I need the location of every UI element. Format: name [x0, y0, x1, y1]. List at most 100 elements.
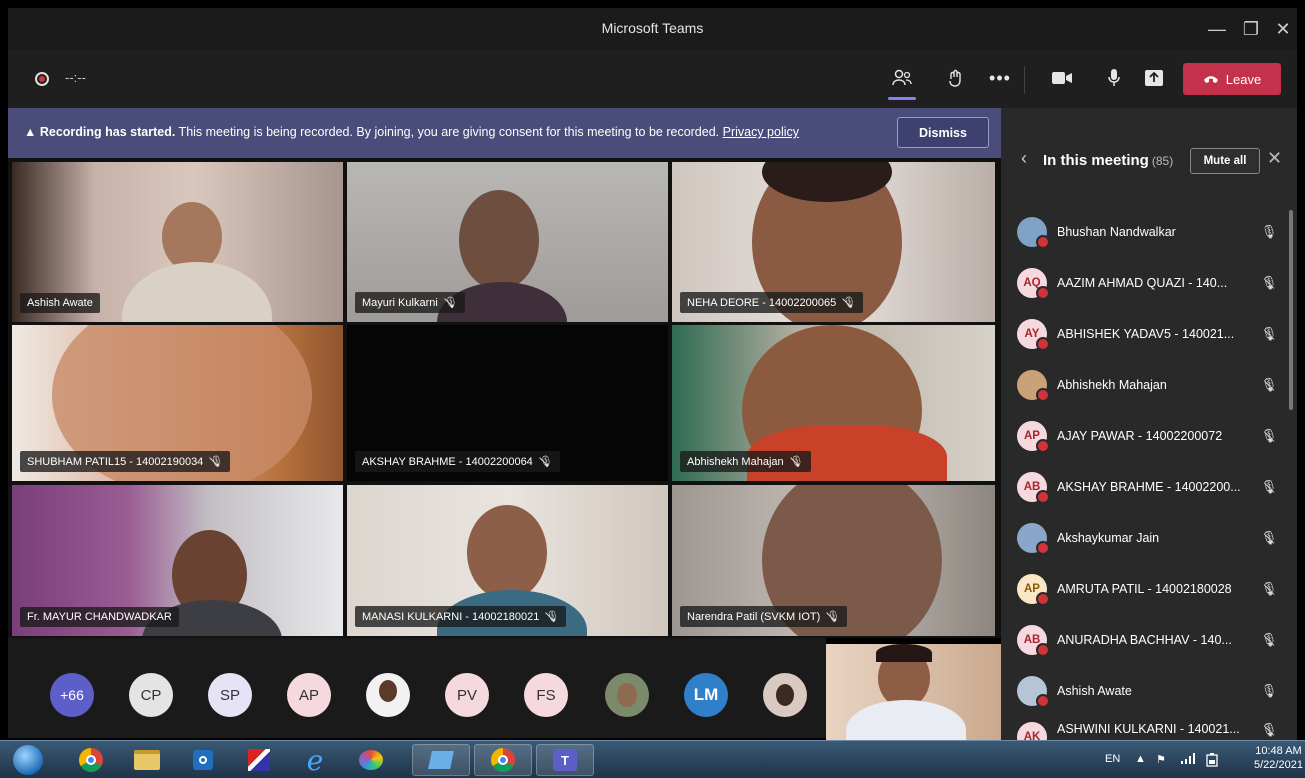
mic-off-icon: 🎙	[1260, 479, 1278, 494]
close-window-button[interactable]: ✕	[1268, 14, 1298, 44]
mute-all-button[interactable]: Mute all	[1190, 148, 1260, 174]
teams-app-icon[interactable]: T	[536, 744, 594, 776]
participant-name-tag: Ashish Awate	[20, 293, 100, 313]
participant-avatar[interactable]	[366, 673, 410, 717]
mic-off-icon: 🎙	[1260, 530, 1278, 545]
mic-off-icon: 🎙	[443, 297, 458, 309]
system-clock[interactable]: 10:48 AM 5/22/2021	[1254, 744, 1303, 772]
reactions-icon[interactable]	[942, 64, 970, 92]
video-tile[interactable]: AKSHAY BRAHME - 14002200064 🎙	[347, 325, 668, 481]
recording-message-text: This meeting is being recorded. By joini…	[175, 125, 723, 139]
action-center-flag-icon[interactable]: ⚑	[1156, 753, 1166, 766]
participant-row[interactable]: AP AMRUTA PATIL - 14002180028 🎙	[1017, 567, 1279, 611]
participant-avatar[interactable]: AP	[287, 673, 331, 717]
hangup-icon	[1203, 76, 1218, 83]
language-indicator[interactable]: EN	[1105, 753, 1120, 765]
participant-name-tag: AKSHAY BRAHME - 14002200064 🎙	[355, 451, 560, 472]
outlook-icon[interactable]	[178, 744, 228, 776]
start-button[interactable]	[8, 744, 48, 776]
video-tile[interactable]: MANASI KULKARNI - 14002180021 🎙	[347, 485, 668, 636]
show-hidden-icons-icon[interactable]: ▲	[1135, 753, 1146, 765]
panel-scrollbar[interactable]	[1289, 210, 1293, 410]
self-video-preview[interactable]	[826, 644, 1001, 740]
video-tile[interactable]: Mayuri Kulkarni 🎙	[347, 162, 668, 322]
battery-icon[interactable]	[1206, 753, 1218, 770]
meeting-controls-bar: --:-- ••• Leave	[8, 50, 1297, 108]
chrome-window-icon[interactable]	[474, 744, 532, 776]
leave-label: Leave	[1225, 71, 1262, 87]
participant-avatar[interactable]: FS	[524, 673, 568, 717]
video-tile[interactable]: SHUBHAM PATIL15 - 14002190034 🎙	[12, 325, 343, 481]
video-tile[interactable]: Ashish Awate	[12, 162, 343, 322]
video-tile[interactable]: Abhishekh Mahajan 🎙	[672, 325, 995, 481]
mic-off-icon: 🎙	[538, 456, 553, 468]
camera-icon[interactable]	[1048, 64, 1076, 92]
participant-photo	[1017, 676, 1050, 708]
participant-row[interactable]: AY ABHISHEK YADAV5 - 140021... 🎙	[1017, 312, 1279, 356]
participant-row[interactable]: AK ASHWINI KULKARNI - 140021... 🎙	[1017, 714, 1279, 740]
mic-off-icon: 🎙	[789, 456, 804, 468]
participant-row[interactable]: Bhushan Nandwalkar 🎙	[1017, 210, 1279, 254]
dismiss-button[interactable]: Dismiss	[897, 117, 989, 148]
video-tile[interactable]: Fr. MAYUR CHANDWADKAR	[12, 485, 343, 636]
share-screen-icon[interactable]	[1140, 64, 1168, 92]
participant-avatar[interactable]	[605, 673, 649, 717]
leave-button[interactable]: Leave	[1183, 63, 1281, 95]
participants-icon[interactable]	[888, 64, 916, 100]
more-options-icon[interactable]: •••	[986, 64, 1014, 92]
participant-row[interactable]: Ashish Awate 🎙	[1017, 669, 1279, 713]
minimize-button[interactable]: —	[1202, 14, 1232, 44]
chevron-left-icon[interactable]: ‹	[1021, 148, 1027, 169]
participant-avatar-strip: +66 CP SP AP PV FS LM	[8, 638, 826, 738]
participant-row[interactable]: Abhishekh Mahajan 🎙	[1017, 363, 1279, 407]
privacy-policy-link[interactable]: Privacy policy	[723, 125, 799, 139]
recording-banner: ▲ Recording has started. This meeting is…	[8, 108, 1001, 158]
participant-avatar[interactable]	[763, 673, 807, 717]
more-participants-button[interactable]: +66	[50, 673, 94, 717]
paint-palette-icon[interactable]	[346, 744, 396, 776]
os-taskbar: e T EN ▲ ⚑ 10:48 AM 5/22/2021	[0, 740, 1305, 778]
participant-initials: AP	[1017, 574, 1050, 606]
participant-name-tag: SHUBHAM PATIL15 - 14002190034 🎙	[20, 451, 231, 472]
maximize-button[interactable]: ❐	[1236, 14, 1266, 44]
video-tile[interactable]: NEHA DEORE - 14002200065 🎙	[672, 162, 995, 322]
participant-initials: AY	[1017, 319, 1050, 351]
paint-app-icon[interactable]	[234, 744, 284, 776]
mic-off-icon: 🎙	[1260, 632, 1278, 647]
mic-off-icon: 🎙	[826, 611, 841, 623]
participant-initials: AP	[1017, 421, 1050, 453]
mic-off-icon: 🎙	[1260, 581, 1278, 596]
internet-explorer-icon[interactable]: e	[290, 744, 340, 777]
participant-row[interactable]: Akshaykumar Jain 🎙	[1017, 516, 1279, 560]
participant-avatar[interactable]: PV	[445, 673, 489, 717]
mic-off-icon: 🎙	[1260, 428, 1278, 443]
panel-title: In this meeting (85)	[1043, 152, 1174, 169]
participant-row[interactable]: AP AJAY PAWAR - 14002200072 🎙	[1017, 414, 1279, 458]
participant-avatar[interactable]: LM	[684, 673, 728, 717]
participant-row[interactable]: AQ AAZIM AHMAD QUAZI - 140... 🎙	[1017, 261, 1279, 305]
participant-initials: AB	[1017, 472, 1050, 504]
warning-icon: ▲	[24, 125, 37, 139]
participant-row[interactable]: AB AKSHAY BRAHME - 14002200... 🎙	[1017, 465, 1279, 509]
notes-app-icon[interactable]	[412, 744, 470, 776]
participant-initials: AQ	[1017, 268, 1050, 300]
mic-off-icon: 🎙	[1260, 377, 1278, 392]
participant-avatar[interactable]: CP	[129, 673, 173, 717]
participant-name-tag: Abhishekh Mahajan 🎙	[680, 451, 811, 472]
microphone-icon[interactable]	[1100, 64, 1128, 92]
participant-avatar[interactable]: SP	[208, 673, 252, 717]
mic-off-icon: 🎙	[842, 297, 857, 309]
mic-off-icon: 🎙	[1260, 275, 1278, 290]
meeting-timer: --:--	[65, 70, 86, 85]
participant-name-tag: MANASI KULKARNI - 14002180021 🎙	[355, 606, 567, 627]
participant-row[interactable]: AB ANURADHA BACHHAV - 140... 🎙	[1017, 618, 1279, 662]
window-title: Microsoft Teams	[601, 20, 704, 36]
network-signal-icon[interactable]	[1180, 753, 1196, 767]
video-tile[interactable]: Narendra Patil (SVKM IOT) 🎙	[672, 485, 995, 636]
file-explorer-icon[interactable]	[122, 744, 172, 776]
window-title-bar: Microsoft Teams — ❐ ✕	[8, 8, 1297, 50]
participants-panel: ‹ In this meeting (85) Mute all ✕ Bhushan…	[1001, 108, 1297, 740]
close-icon[interactable]: ✕	[1267, 148, 1282, 169]
mic-off-icon: 🎙	[1260, 722, 1278, 737]
chrome-icon[interactable]	[66, 744, 116, 776]
